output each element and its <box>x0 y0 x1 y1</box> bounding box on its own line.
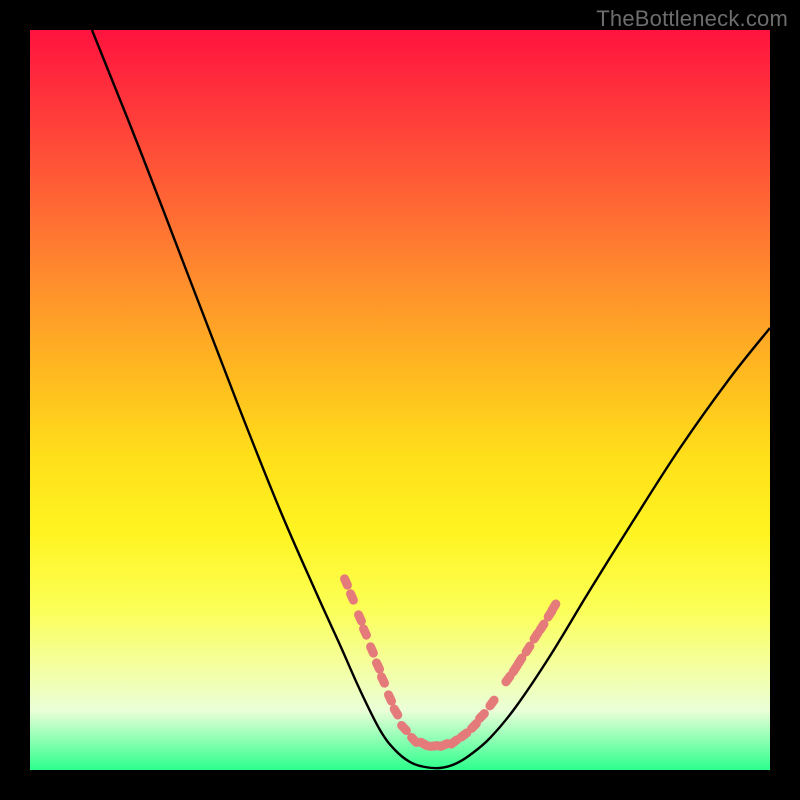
chart-area <box>30 30 770 770</box>
curve-marker <box>365 641 380 659</box>
curve-marker <box>383 689 398 707</box>
curve-marker <box>353 609 368 627</box>
marker-group <box>339 573 562 752</box>
curve-marker <box>358 623 373 641</box>
watermark-text: TheBottleneck.com <box>596 6 788 32</box>
curve-marker <box>376 671 391 689</box>
curve-marker <box>371 657 386 675</box>
curve-marker <box>345 588 360 606</box>
curve-marker <box>339 573 354 591</box>
bottleneck-curve <box>92 30 770 768</box>
curve-marker <box>388 703 404 721</box>
chart-svg <box>30 30 770 770</box>
